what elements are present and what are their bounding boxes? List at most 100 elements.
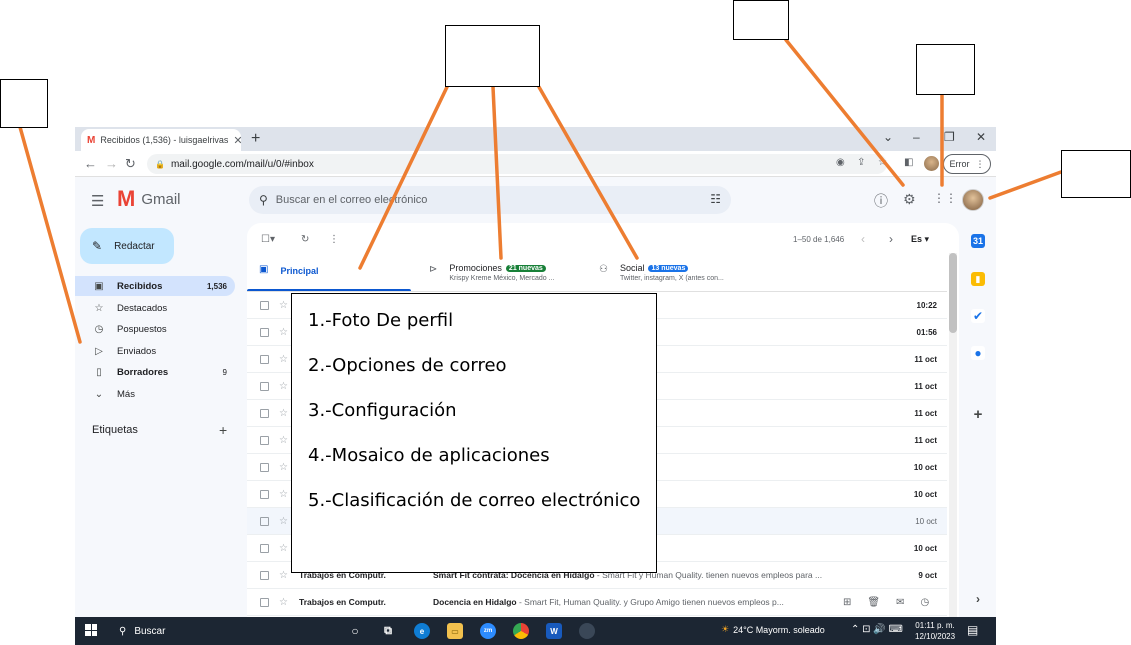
system-tray-icons[interactable]: ⌃ ⊡ 🔊 ⌨: [851, 624, 903, 635]
star-icon[interactable]: ☆: [279, 300, 288, 311]
row-date: 01:56: [916, 327, 937, 337]
new-tab-icon[interactable]: +: [251, 130, 260, 148]
row-checkbox[interactable]: [260, 570, 269, 580]
input-language-label: Es: [911, 234, 923, 244]
eye-icon[interactable]: ◉: [836, 157, 845, 168]
row-checkbox[interactable]: [260, 381, 269, 391]
nav-item-snoozed[interactable]: ◷ Pospuestos: [75, 319, 235, 339]
side-panel-icon[interactable]: ◧: [904, 157, 913, 168]
star-icon[interactable]: ☆: [279, 489, 288, 500]
nav-item-inbox[interactable]: ▣ Recibidos 1,536: [75, 276, 235, 296]
star-icon[interactable]: ☆: [279, 435, 288, 446]
table-row[interactable]: ☆ Trabajos en Computr. Docencia en Hidalgo…: [247, 589, 947, 616]
url-field[interactable]: 🔒 mail.google.com/mail/u/0/#inbox: [147, 154, 887, 174]
nav-item-drafts[interactable]: ▯ Borradores 9: [75, 362, 235, 382]
star-icon[interactable]: ☆: [279, 543, 288, 554]
notification-icon[interactable]: ▤: [967, 623, 978, 637]
mark-read-icon[interactable]: ✉: [896, 597, 904, 608]
word-icon[interactable]: W: [546, 623, 562, 639]
edge-icon[interactable]: e: [414, 623, 430, 639]
browser-tab[interactable]: M Recibidos (1,536) - luisgaelrivas ✕: [81, 129, 241, 151]
close-tab-icon[interactable]: ✕: [233, 134, 241, 147]
select-all-checkbox-icon[interactable]: ☐▾: [261, 234, 275, 245]
star-icon[interactable]: ☆: [279, 516, 288, 527]
refresh-icon[interactable]: ↻: [301, 234, 309, 245]
archive-icon[interactable]: ⊞: [843, 597, 851, 608]
back-icon[interactable]: ←: [84, 156, 97, 171]
row-checkbox[interactable]: [260, 300, 269, 310]
nav-item-sent[interactable]: ▷ Enviados: [75, 341, 235, 361]
help-icon[interactable]: ⓘ: [874, 191, 888, 211]
apps-grid-icon[interactable]: ⋮⋮: [933, 191, 957, 205]
nav-item-label: Destacados: [117, 302, 168, 314]
windows-start-icon[interactable]: [85, 624, 97, 636]
tab-social[interactable]: ⚇ Social 13 nuevas Twitter, instagram, X…: [587, 257, 724, 291]
row-checkbox[interactable]: [260, 543, 269, 553]
share-icon[interactable]: ⇪: [857, 157, 865, 168]
newer-page-icon[interactable]: ‹: [861, 232, 865, 246]
error-button[interactable]: Error ⋮: [943, 154, 991, 174]
tab-principal[interactable]: ▣ Principal: [247, 257, 318, 291]
contacts-icon[interactable]: ●: [971, 346, 985, 360]
expand-side-panel-icon[interactable]: ›: [971, 592, 985, 606]
compose-button[interactable]: ✎ Redactar: [80, 228, 174, 264]
nav-item-more[interactable]: ⌄ Más: [75, 384, 235, 404]
calendar-icon[interactable]: 31: [971, 234, 985, 248]
row-checkbox[interactable]: [260, 462, 269, 472]
taskbar-clock[interactable]: 01:11 p. m. 12/10/2023: [915, 620, 955, 642]
browser-profile-avatar[interactable]: [924, 156, 939, 171]
star-icon[interactable]: ☆: [279, 462, 288, 473]
add-addon-icon[interactable]: +: [971, 406, 985, 423]
row-checkbox[interactable]: [260, 516, 269, 526]
profile-avatar[interactable]: [962, 189, 984, 211]
gmail-wordmark: Gmail: [141, 190, 181, 208]
gmail-logo[interactable]: M Gmail: [117, 188, 181, 210]
nav-item-starred[interactable]: ☆ Destacados: [75, 298, 235, 318]
chrome-icon[interactable]: [513, 623, 529, 639]
row-checkbox[interactable]: [260, 489, 269, 499]
main-menu-icon[interactable]: ☰: [91, 192, 104, 210]
star-icon[interactable]: ☆: [279, 597, 288, 608]
row-checkbox[interactable]: [260, 435, 269, 445]
forward-icon[interactable]: →: [105, 156, 118, 171]
search-bar[interactable]: ⚲ Buscar en el correo electrónico ☷: [249, 186, 731, 214]
row-checkbox[interactable]: [260, 354, 269, 364]
chrome-profile-icon[interactable]: [579, 623, 595, 639]
settings-gear-icon[interactable]: ⚙: [903, 191, 916, 208]
older-page-icon[interactable]: ›: [889, 232, 893, 246]
star-icon[interactable]: ☆: [279, 327, 288, 338]
reload-icon[interactable]: ↻: [125, 156, 136, 172]
row-checkbox[interactable]: [260, 408, 269, 418]
tasks-icon[interactable]: ✔: [971, 309, 985, 323]
star-icon[interactable]: ☆: [279, 408, 288, 419]
scrollbar-thumb[interactable]: [949, 253, 957, 333]
star-icon[interactable]: ☆: [279, 570, 288, 581]
taskbar-search-label: Buscar: [134, 625, 166, 637]
restore-icon[interactable]: ❐: [944, 130, 955, 144]
row-date: 10 oct: [913, 543, 937, 553]
snooze-icon[interactable]: ◷: [920, 597, 929, 608]
add-label-icon[interactable]: +: [219, 422, 227, 438]
star-icon[interactable]: ☆: [279, 354, 288, 365]
tab-search-icon[interactable]: ⌄: [883, 130, 893, 144]
search-icon[interactable]: ⚲: [259, 193, 268, 207]
bookmark-star-icon[interactable]: ☆: [878, 157, 887, 168]
row-checkbox[interactable]: [260, 597, 269, 607]
input-language[interactable]: Es ▾: [911, 234, 929, 245]
minimize-icon[interactable]: –: [913, 130, 920, 144]
keep-icon[interactable]: ▮: [971, 272, 985, 286]
star-icon[interactable]: ☆: [279, 381, 288, 392]
tab-promociones[interactable]: ⊳ Promociones 21 nuevas Krispy Kreme Méx…: [417, 257, 554, 291]
task-view-icon[interactable]: ⧉: [380, 623, 396, 639]
search-options-icon[interactable]: ☷: [710, 192, 721, 206]
zoom-icon[interactable]: zm: [480, 623, 496, 639]
row-checkbox[interactable]: [260, 327, 269, 337]
delete-icon[interactable]: 🗑: [867, 597, 880, 608]
file-explorer-icon[interactable]: ▭: [447, 623, 463, 639]
taskbar-search[interactable]: ⚲ Buscar: [111, 620, 331, 642]
clock-date: 12/10/2023: [915, 632, 956, 641]
weather-widget[interactable]: ☀ 24°C Mayorm. soleado: [721, 624, 825, 635]
cortana-icon[interactable]: ○: [347, 623, 363, 639]
close-window-icon[interactable]: ✕: [976, 130, 986, 144]
more-vert-icon[interactable]: ⋮: [329, 234, 339, 245]
